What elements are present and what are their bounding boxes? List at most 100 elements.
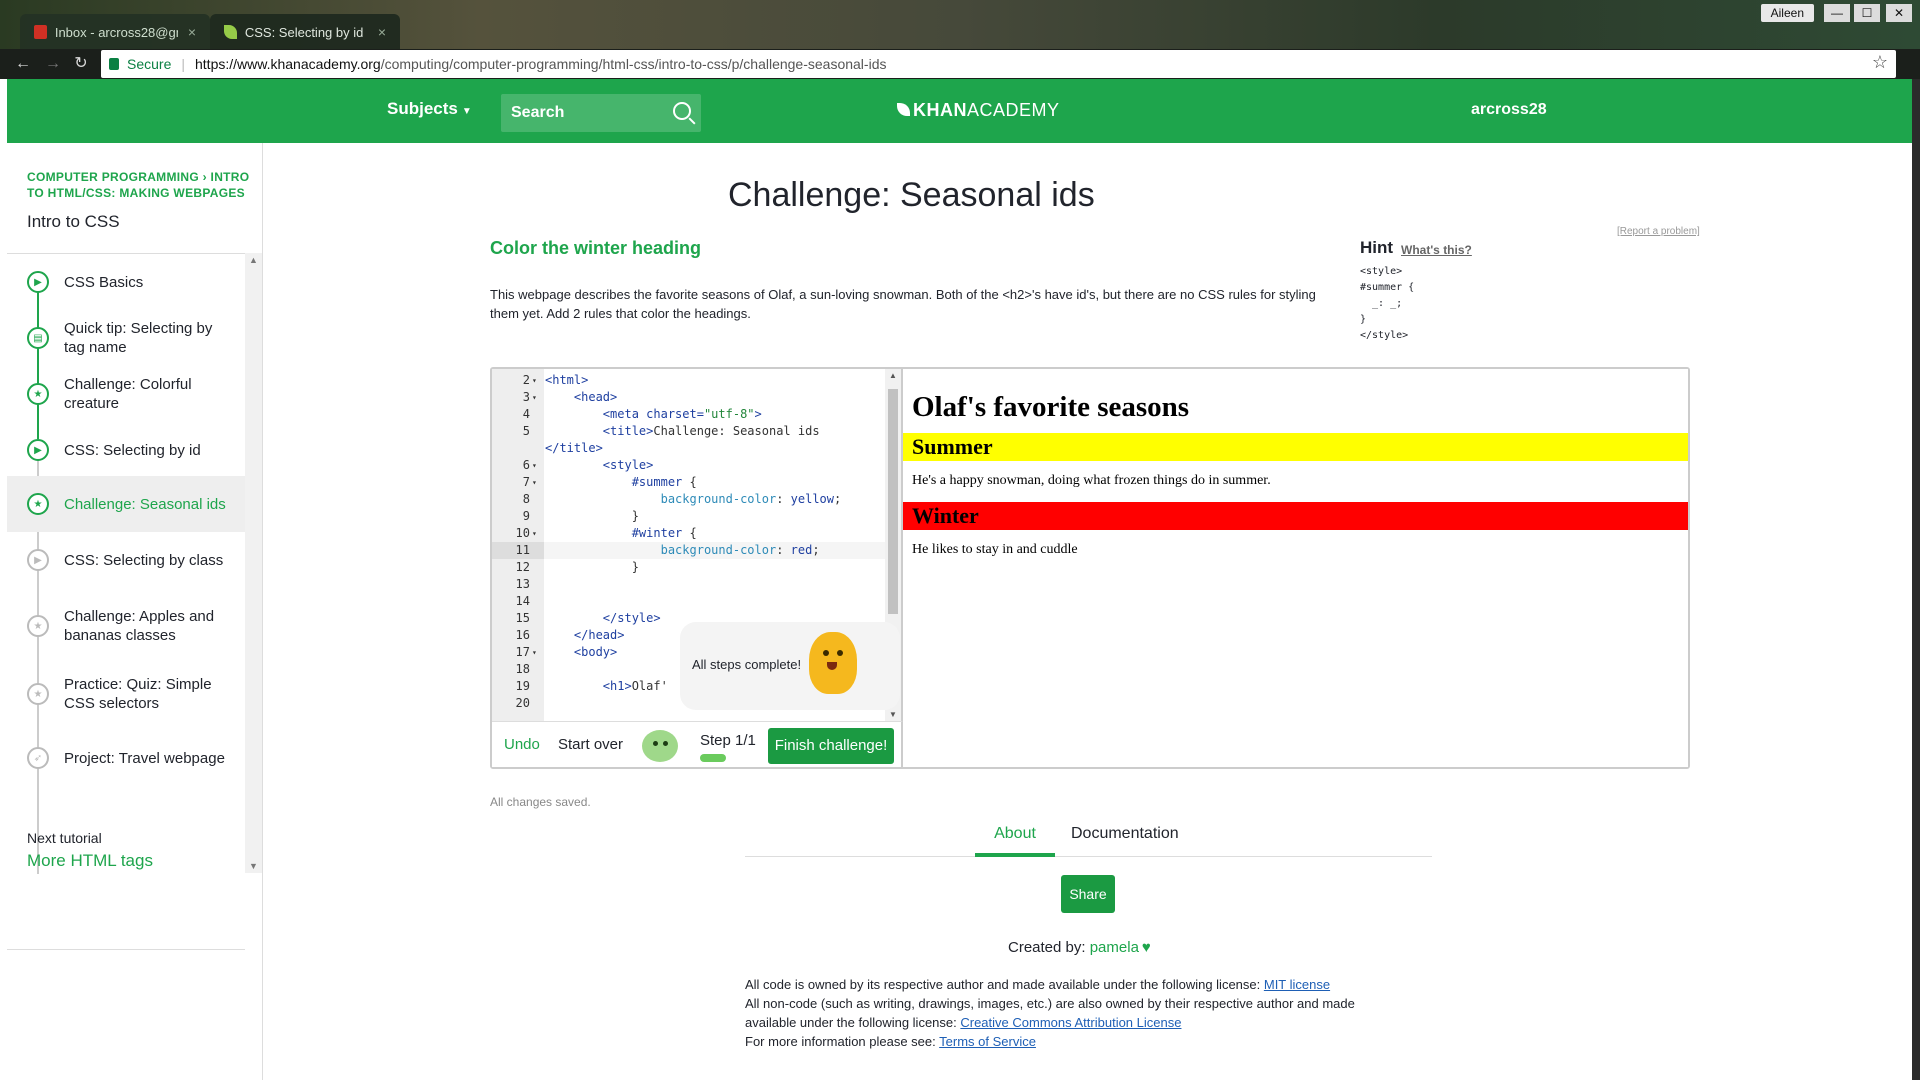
code-line[interactable]: 12 } <box>492 559 892 576</box>
cc-license-link[interactable]: Creative Commons Attribution License <box>960 1015 1181 1030</box>
tab-documentation[interactable]: Documentation <box>1071 825 1179 843</box>
code-line[interactable]: 14 <box>492 593 892 610</box>
next-tutorial-label: Next tutorial <box>27 830 102 846</box>
subjects-label: Subjects <box>387 99 458 118</box>
mascot-eye <box>837 650 843 656</box>
sidebar-scrollbar[interactable]: ▲ ▼ <box>245 253 262 873</box>
scrollbar-thumb[interactable] <box>888 389 898 614</box>
created-by-label: Created by: <box>1008 939 1090 956</box>
fold-arrow-icon[interactable]: ▾ <box>532 457 537 474</box>
code-text: } <box>545 560 639 574</box>
sidebar-item-quick-tip[interactable]: ▤ Quick tip: Selecting by tag name <box>7 310 245 366</box>
breadcrumb-line[interactable]: COMPUTER PROGRAMMING › INTRO <box>27 169 263 185</box>
sidebar-item-label: Quick tip: Selecting by tag name <box>64 320 213 356</box>
bookmark-star-icon[interactable]: ☆ <box>1872 52 1888 73</box>
code-line[interactable]: 13 <box>492 576 892 593</box>
tab-about[interactable]: About <box>975 825 1055 857</box>
next-tutorial-link[interactable]: More HTML tags <box>27 851 153 871</box>
sidebar-item-apples-bananas[interactable]: ★ Challenge: Apples and bananas classes <box>7 598 245 654</box>
code-line[interactable]: 9 } <box>492 508 892 525</box>
browser-tab-css[interactable]: CSS: Selecting by id | Intr × <box>210 14 400 50</box>
line-number: 8 <box>522 492 530 506</box>
sidebar-item-selecting-by-class[interactable]: ▶ CSS: Selecting by class <box>7 532 245 588</box>
sidebar-item-selecting-by-id[interactable]: ▶ CSS: Selecting by id <box>7 422 245 478</box>
code-text: </head> <box>573 628 625 642</box>
subjects-menu[interactable]: Subjects ▼ <box>387 99 472 119</box>
sidebar-item-travel-webpage[interactable]: ➶ Project: Travel webpage <box>7 730 245 786</box>
scroll-down-arrow-icon[interactable]: ▼ <box>249 861 258 871</box>
fold-arrow-icon[interactable]: ▾ <box>532 389 537 406</box>
minimize-button[interactable]: — <box>1824 4 1850 22</box>
page-scrollbar[interactable] <box>1912 79 1920 1080</box>
search-input[interactable]: Search <box>501 94 701 132</box>
code-line[interactable]: </title> <box>492 440 892 457</box>
finish-challenge-button[interactable]: Finish challenge! <box>768 728 894 764</box>
step-title: Color the winter heading <box>490 238 702 258</box>
close-icon[interactable]: × <box>188 24 196 40</box>
line-number: 11 <box>492 542 544 559</box>
author-link[interactable]: pamela <box>1090 939 1139 956</box>
undo-button[interactable]: Undo <box>504 736 540 753</box>
maximize-button[interactable]: ☐ <box>1854 4 1880 22</box>
output-summer-text: He's a happy snowman, doing what frozen … <box>912 473 1271 488</box>
save-status: All changes saved. <box>490 795 591 809</box>
code-text: <title>Challenge: Seasonal ids <box>602 424 820 438</box>
code-line[interactable]: 5 <title>Challenge: Seasonal ids <box>492 423 892 440</box>
code-line[interactable]: 11 background-color: red; <box>492 542 892 559</box>
scroll-down-arrow-icon[interactable]: ▼ <box>889 710 897 719</box>
scroll-up-arrow-icon[interactable]: ▲ <box>249 255 258 265</box>
code-text: <h1>Olaf' <box>602 679 668 693</box>
code-editor[interactable]: 2 ▾ <html> 3 ▾ <head> 4 <meta charset="utf-8"… <box>492 369 903 721</box>
sidebar-item-seasonal-ids[interactable]: ★ Challenge: Seasonal ids <box>7 476 245 532</box>
line-number: 14 <box>515 594 530 608</box>
line-number: 18 <box>515 662 530 676</box>
sidebar-item-colorful-creature[interactable]: ★ Challenge: Colorful creature <box>7 366 245 422</box>
breadcrumb[interactable]: COMPUTER PROGRAMMING › INTRO TO HTML/CSS… <box>27 169 263 201</box>
sidebar-item-quiz[interactable]: ★ Practice: Quiz: Simple CSS selectors <box>7 666 245 722</box>
fold-arrow-icon[interactable]: ▾ <box>532 474 537 491</box>
output-winter-text: He likes to stay in and cuddle <box>912 542 1078 557</box>
fold-arrow-icon[interactable]: ▾ <box>532 372 537 389</box>
mit-license-link[interactable]: MIT license <box>1264 977 1330 992</box>
close-window-button[interactable]: ✕ <box>1886 4 1912 22</box>
sidebar-item-css-basics[interactable]: ▶ CSS Basics <box>7 254 245 310</box>
whats-this-link[interactable]: What's this? <box>1401 243 1472 257</box>
code-text: #summer { <box>631 475 697 489</box>
scroll-up-arrow-icon[interactable]: ▲ <box>889 371 897 380</box>
document-icon: ▤ <box>27 327 49 349</box>
secure-indicator[interactable]: Secure <box>109 56 171 72</box>
search-icon[interactable] <box>673 102 691 120</box>
code-line[interactable]: 3 ▾ <head> <box>492 389 892 406</box>
code-text: <style> <box>602 458 654 472</box>
reload-icon[interactable]: ↻ <box>70 53 92 75</box>
code-line[interactable]: 8 background-color: yellow; <box>492 491 892 508</box>
mascot-mouth <box>827 662 837 670</box>
heart-icon: ♥ <box>1141 939 1151 956</box>
address-bar[interactable]: Secure | https://www.khanacademy.org /co… <box>101 50 1896 78</box>
share-button[interactable]: Share <box>1061 875 1115 913</box>
browser-tab-inbox[interactable]: Inbox - arcross28@gmail × <box>20 14 210 50</box>
close-icon[interactable]: × <box>378 24 386 40</box>
line-number: 6 <box>522 458 530 472</box>
breadcrumb-line[interactable]: TO HTML/CSS: MAKING WEBPAGES <box>27 185 263 201</box>
back-arrow-icon[interactable]: ← <box>12 53 34 75</box>
terms-of-service-link[interactable]: Terms of Service <box>939 1034 1036 1049</box>
khan-academy-logo[interactable]: KHANACADEMY <box>897 100 1060 121</box>
code-line[interactable]: 7 ▾ #summer { <box>492 474 892 491</box>
forward-arrow-icon[interactable]: → <box>42 53 64 75</box>
sidebar-item-label: CSS: Selecting by id <box>64 441 201 459</box>
start-over-button[interactable]: Start over <box>558 736 623 753</box>
report-problem-link[interactable]: [Report a problem] <box>1617 226 1700 237</box>
url-host: https://www.khanacademy.org <box>195 56 381 72</box>
code-text: </title> <box>545 441 603 455</box>
fold-arrow-icon[interactable]: ▾ <box>532 525 537 542</box>
user-menu[interactable]: arcross28 <box>1471 101 1547 119</box>
lock-icon <box>109 58 119 70</box>
code-line[interactable]: 6 ▾ <style> <box>492 457 892 474</box>
profile-user-badge[interactable]: Aileen <box>1760 4 1814 22</box>
fold-arrow-icon[interactable]: ▾ <box>532 644 537 661</box>
code-line[interactable]: 4 <meta charset="utf-8"> <box>492 406 892 423</box>
code-line[interactable]: 2 ▾ <html> <box>492 372 892 389</box>
code-line[interactable]: 10 ▾ #winter { <box>492 525 892 542</box>
code-text: } <box>545 509 639 523</box>
